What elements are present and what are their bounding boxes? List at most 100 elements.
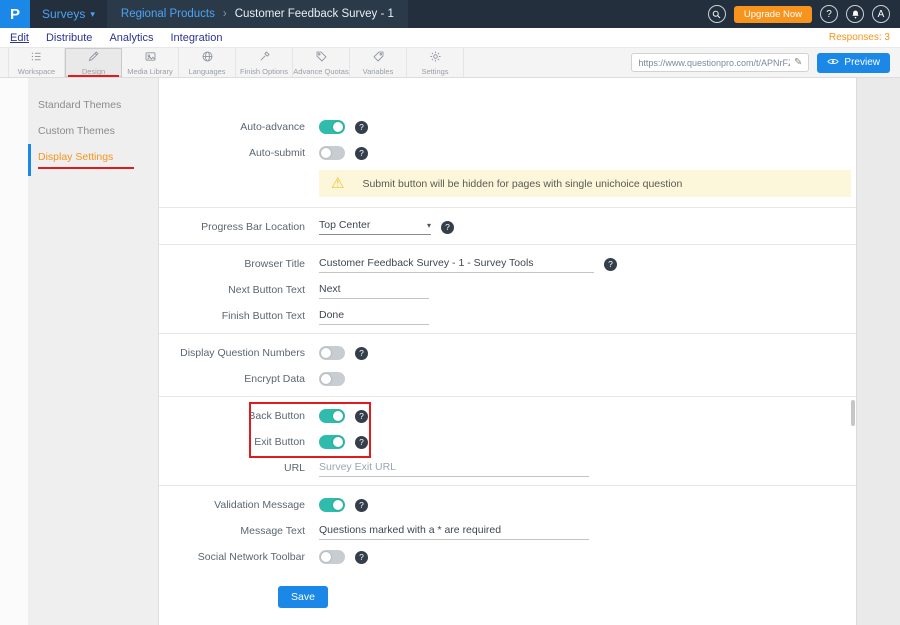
browser-title-help-icon[interactable]: ? <box>604 258 617 271</box>
right-gutter <box>857 78 900 625</box>
preview-button[interactable]: Preview <box>817 53 890 73</box>
back-exit-group: Back Button ? Exit Button ? <box>159 407 856 451</box>
exit-url-row: URL <box>159 459 856 477</box>
notifications-bell-icon[interactable] <box>846 5 864 23</box>
sidebar-item-display-settings[interactable]: Display Settings <box>28 144 158 176</box>
survey-toolbar: Workspace Design Media Library Languages… <box>0 48 900 78</box>
progress-bar-location-row: Progress Bar Location Top Center ▾ ? <box>159 218 856 236</box>
social-network-toolbar-help-icon[interactable]: ? <box>355 551 368 564</box>
toolbar-item-workspace[interactable]: Workspace <box>8 48 65 77</box>
auto-submit-toggle[interactable] <box>319 146 345 160</box>
progress-bar-location-label: Progress Bar Location <box>159 221 305 233</box>
app-logo[interactable]: P <box>0 0 30 28</box>
exit-button-row: Exit Button ? <box>159 433 856 451</box>
back-button-help-icon[interactable]: ? <box>355 410 368 423</box>
validation-message-label: Validation Message <box>159 499 305 511</box>
toolbar-item-settings[interactable]: Settings <box>407 48 464 77</box>
exit-button-toggle[interactable] <box>319 435 345 449</box>
auto-submit-label: Auto-submit <box>159 147 305 159</box>
message-text-label: Message Text <box>159 525 305 537</box>
nav-item-distribute[interactable]: Distribute <box>46 32 92 44</box>
toolbar-item-advance-quotas[interactable]: Advance Quotas <box>293 48 350 77</box>
back-button-toggle[interactable] <box>319 409 345 423</box>
social-network-toolbar-row: Social Network Toolbar ? <box>159 548 856 566</box>
auto-advance-toggle[interactable] <box>319 120 345 134</box>
toolbar-right: https://www.questionpro.com/t/APNrFZ ✎ P… <box>631 48 900 77</box>
workspace-icon <box>30 50 43 66</box>
exit-url-input[interactable] <box>319 459 589 477</box>
help-circle-icon[interactable]: ? <box>820 5 838 23</box>
settings-gear-icon <box>429 50 442 66</box>
toolbar-item-design[interactable]: Design <box>65 48 122 77</box>
breadcrumb-parent[interactable]: Regional Products <box>121 8 215 20</box>
media-library-icon <box>144 50 157 66</box>
exit-url-label: URL <box>159 462 305 474</box>
eye-icon <box>827 57 839 69</box>
nav-item-edit[interactable]: Edit <box>10 32 29 44</box>
design-icon <box>87 50 100 66</box>
auto-advance-help-icon[interactable]: ? <box>355 121 368 134</box>
nav-item-analytics[interactable]: Analytics <box>109 32 153 44</box>
browser-title-input[interactable] <box>319 255 594 273</box>
finish-button-text-label: Finish Button Text <box>159 310 305 322</box>
save-button[interactable]: Save <box>278 586 328 608</box>
annotation-design-underline <box>68 75 119 77</box>
auto-advance-label: Auto-advance <box>159 121 305 133</box>
auto-advance-row: Auto-advance ? <box>159 118 856 136</box>
finish-options-icon <box>258 50 271 66</box>
display-question-numbers-row: Display Question Numbers ? <box>159 344 856 362</box>
exit-button-label: Exit Button <box>159 436 305 448</box>
search-icon[interactable] <box>708 5 726 23</box>
toolbar-item-variables[interactable]: Variables <box>350 48 407 77</box>
display-question-numbers-label: Display Question Numbers <box>159 347 305 359</box>
back-button-row: Back Button ? <box>159 407 856 425</box>
toolbar-item-languages[interactable]: Languages <box>179 48 236 77</box>
sidebar-item-standard-themes[interactable]: Standard Themes <box>28 92 158 118</box>
browser-title-row: Browser Title ? <box>159 255 856 273</box>
encrypt-data-row: Encrypt Data <box>159 370 856 388</box>
scrollbar-thumb[interactable] <box>851 400 855 426</box>
social-network-toolbar-label: Social Network Toolbar <box>159 551 305 563</box>
progress-bar-location-select[interactable]: Top Center ▾ <box>319 219 431 235</box>
edit-url-pencil-icon[interactable]: ✎ <box>794 57 802 68</box>
sidebar-item-label: Display Settings <box>38 151 113 163</box>
topbar-actions: Upgrade Now ? A <box>708 5 900 23</box>
survey-url-field[interactable]: https://www.questionpro.com/t/APNrFZ ✎ <box>631 53 809 72</box>
design-sidebar: Standard Themes Custom Themes Display Se… <box>28 78 159 625</box>
responses-count[interactable]: Responses: 3 <box>829 32 890 43</box>
toolbar-item-media-library[interactable]: Media Library <box>122 48 179 77</box>
content-area: Standard Themes Custom Themes Display Se… <box>0 78 900 625</box>
back-button-label: Back Button <box>159 410 305 422</box>
toolbar-item-finish-options[interactable]: Finish Options <box>236 48 293 77</box>
main-nav: Edit Distribute Analytics Integration Re… <box>0 28 900 48</box>
message-text-input[interactable] <box>319 522 589 540</box>
progress-bar-location-value: Top Center <box>319 219 370 231</box>
sidebar-item-custom-themes[interactable]: Custom Themes <box>28 118 158 144</box>
divider <box>159 207 856 208</box>
variables-icon <box>372 50 385 66</box>
validation-message-toggle[interactable] <box>319 498 345 512</box>
validation-message-help-icon[interactable]: ? <box>355 499 368 512</box>
display-question-numbers-help-icon[interactable]: ? <box>355 347 368 360</box>
encrypt-data-toggle[interactable] <box>319 372 345 386</box>
finish-button-text-input[interactable] <box>319 307 429 325</box>
exit-button-help-icon[interactable]: ? <box>355 436 368 449</box>
survey-url-text: https://www.questionpro.com/t/APNrFZ <box>638 58 790 68</box>
divider <box>159 244 856 245</box>
next-button-text-input[interactable] <box>319 281 429 299</box>
breadcrumb-current: Customer Feedback Survey - 1 <box>235 8 394 20</box>
avatar[interactable]: A <box>872 5 890 23</box>
submit-hidden-warning: ⚠ Submit button will be hidden for pages… <box>319 170 851 197</box>
browser-title-label: Browser Title <box>159 258 305 270</box>
progress-bar-help-icon[interactable]: ? <box>441 221 454 234</box>
divider <box>159 485 856 486</box>
social-network-toolbar-toggle[interactable] <box>319 550 345 564</box>
display-question-numbers-toggle[interactable] <box>319 346 345 360</box>
surveys-menu[interactable]: Surveys ▾ <box>30 0 107 28</box>
next-button-text-label: Next Button Text <box>159 284 305 296</box>
upgrade-now-button[interactable]: Upgrade Now <box>734 6 812 23</box>
display-settings-panel: Auto-advance ? Auto-submit ? ⚠ Submit bu… <box>159 78 857 625</box>
nav-item-integration[interactable]: Integration <box>170 32 222 44</box>
warning-triangle-icon: ⚠ <box>331 176 344 191</box>
auto-submit-help-icon[interactable]: ? <box>355 147 368 160</box>
